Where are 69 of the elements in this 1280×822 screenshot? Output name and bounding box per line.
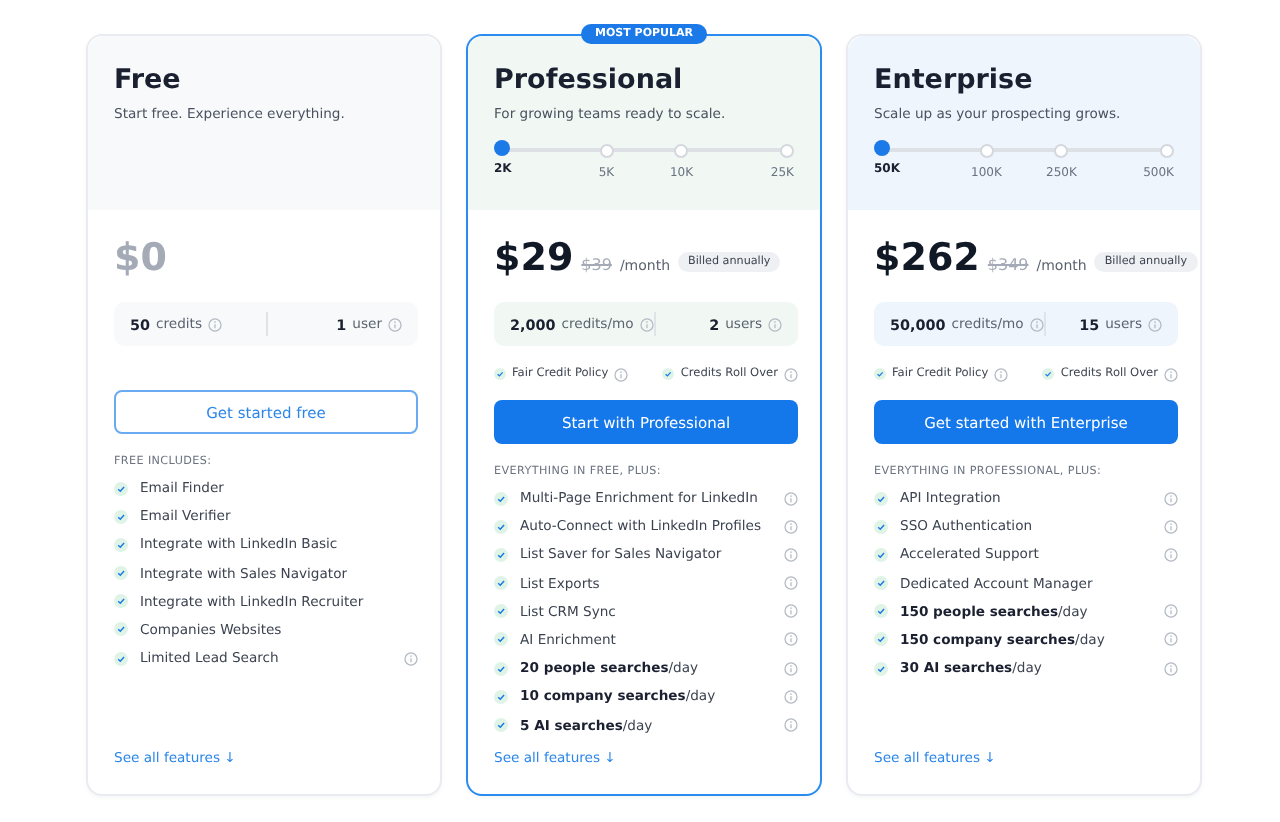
check-icon <box>114 651 128 666</box>
check-icon <box>874 576 888 591</box>
check-icon <box>114 481 128 495</box>
check-icon <box>494 547 508 562</box>
check-icon <box>114 537 128 552</box>
slider-thumb[interactable] <box>494 140 510 156</box>
info-icon[interactable] <box>1164 604 1178 619</box>
check-icon <box>874 491 888 505</box>
plan-title: Professional <box>494 64 685 96</box>
info-icon[interactable] <box>784 491 798 505</box>
info-icon[interactable] <box>208 317 222 331</box>
info-icon[interactable] <box>784 604 798 619</box>
info-icon[interactable] <box>388 317 402 331</box>
check-icon <box>874 368 886 380</box>
check-icon <box>494 632 508 647</box>
slider-stop[interactable] <box>979 143 994 157</box>
info-icon[interactable] <box>784 718 798 732</box>
check-icon <box>494 576 508 591</box>
check-icon <box>494 368 506 380</box>
info-icon[interactable] <box>1148 317 1162 331</box>
info-icon[interactable] <box>784 519 798 534</box>
check-icon <box>874 661 888 676</box>
check-icon <box>494 718 508 732</box>
info-icon[interactable] <box>1164 632 1178 647</box>
info-icon[interactable] <box>994 367 1009 381</box>
check-icon <box>1042 368 1055 380</box>
info-icon[interactable] <box>1164 547 1178 562</box>
info-icon[interactable] <box>639 317 654 331</box>
info-icon[interactable] <box>784 367 798 381</box>
slider-stop[interactable] <box>1054 143 1069 157</box>
info-icon[interactable] <box>1029 317 1044 331</box>
slider-stop[interactable] <box>780 143 794 157</box>
old-price: $349 <box>987 256 1029 274</box>
check-icon <box>494 604 508 619</box>
check-icon <box>114 509 128 524</box>
check-icon <box>494 689 508 704</box>
info-icon[interactable] <box>614 367 629 381</box>
check-icon <box>114 566 128 581</box>
price: $0 <box>114 236 167 280</box>
check-icon <box>494 491 508 505</box>
info-icon[interactable] <box>1164 491 1178 505</box>
check-icon <box>494 661 508 676</box>
price: $262 <box>874 236 980 280</box>
check-icon <box>494 519 508 534</box>
info-icon[interactable] <box>1164 367 1178 381</box>
info-icon[interactable] <box>1164 661 1178 676</box>
info-icon[interactable] <box>784 661 798 676</box>
check-icon <box>662 368 675 380</box>
info-icon[interactable] <box>1164 519 1178 534</box>
slider-stop[interactable] <box>599 143 614 157</box>
check-icon <box>114 622 128 637</box>
check-icon <box>114 594 128 609</box>
info-icon[interactable] <box>784 576 798 591</box>
plan-title: Enterprise <box>874 64 1035 96</box>
old-price: $39 <box>581 256 612 274</box>
price: $29 <box>494 236 574 280</box>
info-icon[interactable] <box>784 689 798 704</box>
slider-stop[interactable] <box>1160 143 1174 157</box>
slider-stop[interactable] <box>674 143 689 157</box>
info-icon[interactable] <box>784 547 798 562</box>
check-icon <box>874 547 888 562</box>
info-icon[interactable] <box>404 651 418 666</box>
check-icon <box>874 604 888 619</box>
check-icon <box>874 632 888 647</box>
plan-title: Free <box>114 64 183 96</box>
slider-thumb[interactable] <box>874 140 890 156</box>
check-icon <box>874 519 888 534</box>
info-icon[interactable] <box>784 632 798 647</box>
info-icon[interactable] <box>768 317 782 331</box>
